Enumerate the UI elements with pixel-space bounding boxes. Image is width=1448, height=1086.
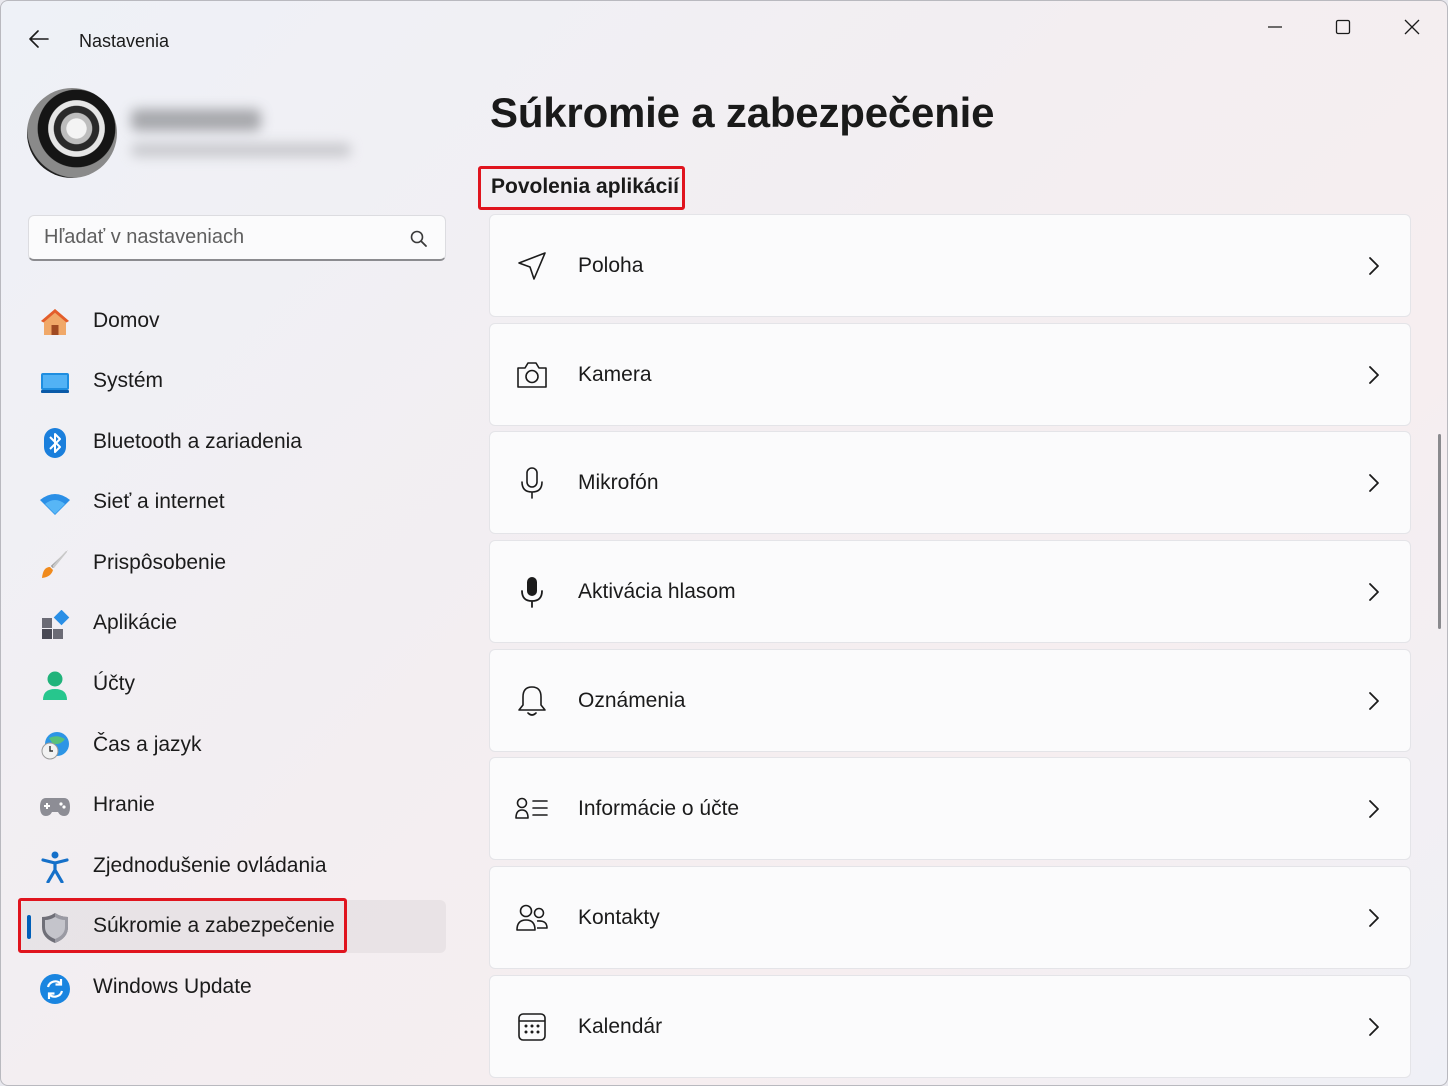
account-icon [39,670,71,702]
search-input[interactable] [44,226,384,249]
sidebar-item-personalization[interactable]: Prispôsobenie [21,536,446,589]
profile-name-blurred [131,109,261,131]
setting-row-voice-activation[interactable]: Aktivácia hlasom [489,540,1411,644]
row-label: Oznámenia [578,688,686,712]
sidebar-item-label: Systém [93,369,164,393]
sidebar-item-label: Aplikácie [93,611,178,635]
sidebar-item-accounts[interactable]: Účty [21,658,446,711]
sidebar-item-bluetooth[interactable]: Bluetooth a zariadenia [21,415,446,468]
profile-email-blurred [131,143,351,157]
setting-row-location[interactable]: Poloha [489,214,1411,317]
setting-row-microphone[interactable]: Mikrofón [489,431,1411,535]
chevron-right-icon [1369,583,1379,601]
permissions-list: Poloha Kamera Mikrofón Aktivácia hlasom [489,214,1411,1084]
sidebar-item-home[interactable]: Domov [21,294,446,347]
setting-row-account-info[interactable]: Informácie o účte [489,757,1411,861]
accessibility-icon [39,851,71,884]
minimize-button[interactable] [1247,9,1303,45]
active-indicator [27,914,31,939]
shield-icon [39,912,71,944]
app-title: Nastavenia [79,31,170,51]
search-box[interactable] [28,215,446,261]
chevron-right-icon [1369,909,1379,928]
sidebar-item-apps[interactable]: Aplikácie [21,597,446,650]
calendar-icon [514,1009,550,1045]
sidebar-item-label: Domov [93,308,160,332]
apps-icon [39,609,71,641]
setting-row-calendar[interactable]: Kalendár [489,974,1411,1078]
row-label: Kamera [578,362,652,386]
bell-icon [514,683,550,719]
section-heading: Povolenia aplikácií [491,175,679,198]
system-icon [39,367,71,399]
sidebar-item-network[interactable]: Sieť a internet [21,476,446,529]
sidebar-item-time-language[interactable]: Čas a jazyk [21,718,446,771]
sidebar-item-label: Súkromie a zabezpečenie [93,914,335,938]
camera-icon [514,357,550,393]
scrollbar[interactable] [1438,434,1441,629]
bluetooth-icon [39,427,71,459]
close-icon [1404,19,1420,35]
sidebar-item-windows-update[interactable]: Windows Update [21,961,446,1014]
location-icon [514,248,550,284]
title-bar: Nastavenia [1,1,1447,77]
update-icon [39,973,71,1005]
setting-row-notifications[interactable]: Oznámenia [489,648,1411,752]
sidebar-item-label: Bluetooth a zariadenia [93,429,302,453]
wifi-icon [39,488,71,520]
sidebar-item-label: Zjednodušenie ovládania [93,853,327,877]
maximize-icon [1335,19,1351,35]
avatar[interactable] [27,88,117,178]
maximize-button[interactable] [1315,9,1371,45]
row-label: Poloha [578,254,644,277]
contacts-icon [514,900,550,936]
account-info-icon [514,791,550,827]
row-label: Mikrofón [578,471,659,495]
sidebar-item-accessibility[interactable]: Zjednodušenie ovládania [21,839,446,892]
chevron-right-icon [1369,691,1379,710]
row-label: Aktivácia hlasom [578,580,736,604]
row-label: Informácie o účte [578,797,740,821]
sidebar-item-label: Účty [93,672,135,696]
chevron-right-icon [1369,474,1379,493]
setting-row-contacts[interactable]: Kontakty [489,866,1411,970]
sidebar-item-label: Hranie [93,793,155,817]
minimize-icon [1268,26,1282,28]
chevron-right-icon [1369,365,1379,384]
chevron-right-icon [1369,1017,1379,1036]
close-button[interactable] [1384,9,1440,45]
setting-row-camera[interactable]: Kamera [489,322,1411,426]
page-title: Súkromie a zabezpečenie [490,89,995,136]
sidebar-item-system[interactable]: Systém [21,355,446,408]
gamepad-icon [39,791,71,823]
chevron-right-icon [1369,257,1379,275]
brush-icon [39,548,71,580]
settings-window: Nastavenia Hľadať v nastaveniach Domov S… [0,0,1448,1086]
microphone-icon [514,465,550,501]
home-icon [39,306,71,338]
sidebar-item-privacy-security[interactable]: Súkromie a zabezpečenie [21,899,446,953]
voice-activation-icon [514,574,550,610]
row-label: Kalendár [578,1014,663,1038]
chevron-right-icon [1369,800,1379,819]
back-button[interactable] [21,23,57,55]
back-arrow-icon [29,30,49,48]
row-label: Kontakty [578,906,660,930]
sidebar-item-label: Čas a jazyk [93,732,202,756]
sidebar-item-label: Windows Update [93,975,252,999]
time-language-icon [39,730,71,762]
sidebar-nav: Domov Systém Bluetooth a zariadenia Sieť… [21,294,446,1021]
search-icon[interactable] [409,229,429,249]
sidebar-item-gaming[interactable]: Hranie [21,779,446,832]
sidebar-item-label: Sieť a internet [93,490,225,514]
sidebar-item-label: Prispôsobenie [93,550,227,574]
